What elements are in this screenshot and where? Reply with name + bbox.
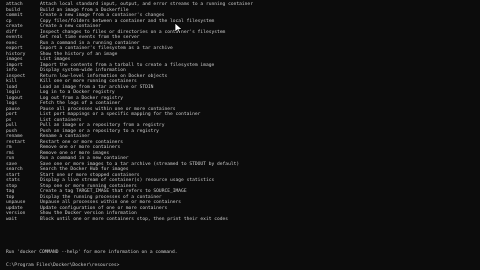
command-row: wait Block until one or more containers s…: [6, 217, 476, 223]
help-footer-text: Run 'docker COMMAND --help' for more inf…: [6, 250, 178, 255]
command-name: wait: [6, 216, 18, 222]
command-list: attach Attach local standard input, outpu…: [6, 2, 476, 222]
command-description: Block until one or more containers stop,…: [40, 216, 229, 222]
command-prompt[interactable]: C:\Program Files\Docker\Docker\resources…: [6, 263, 119, 269]
terminal-window[interactable]: attach Attach local standard input, outpu…: [0, 0, 480, 270]
mouse-pointer-icon: [174, 22, 183, 34]
